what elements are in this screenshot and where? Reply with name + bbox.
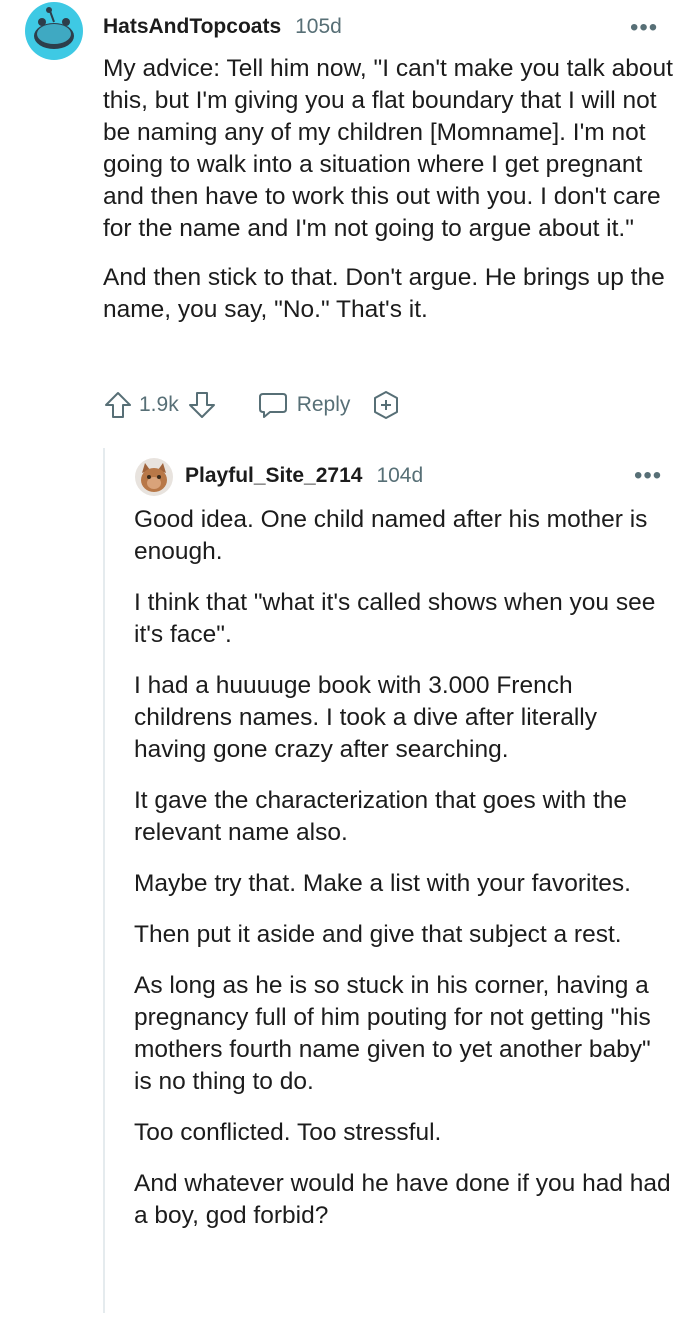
upvote-icon[interactable]: [103, 390, 133, 420]
downvote-icon[interactable]: [187, 390, 217, 420]
comment-body: Good idea. One child named after his mot…: [134, 504, 674, 1232]
cat-avatar-icon: [135, 458, 173, 496]
comment-paragraph: Good idea. One child named after his mot…: [134, 506, 648, 565]
comment-paragraph: Too conflicted. Too stressful.: [134, 1119, 442, 1146]
comment-paragraph: Maybe try that. Make a list with your fa…: [134, 870, 631, 897]
comment-age: 105d: [295, 15, 342, 38]
comment-paragraph: It gave the characterization that goes w…: [134, 787, 628, 846]
more-options-button[interactable]: •••: [634, 462, 662, 490]
comment-paragraph: And whatever would he have done if you h…: [134, 1170, 671, 1229]
reply-button[interactable]: Reply: [257, 390, 351, 420]
comment-username[interactable]: Playful_Site_2714: [185, 464, 362, 488]
avatar[interactable]: [135, 458, 173, 496]
comment-username[interactable]: HatsAndTopcoats: [103, 15, 281, 39]
award-plus-icon: [374, 391, 399, 419]
award-button[interactable]: [370, 389, 402, 421]
comment-paragraph: I think that "what it's called shows whe…: [134, 589, 656, 648]
more-options-button[interactable]: •••: [630, 14, 658, 42]
comment-paragraph: My advice: Tell him now, "I can't make y…: [103, 55, 673, 242]
comment-paragraph: Then put it aside and give that subject …: [134, 921, 622, 948]
comment-paragraph: And then stick to that. Don't argue. He …: [103, 264, 665, 323]
comment-actions: 1.9k Reply: [103, 388, 402, 422]
vote-count: 1.9k: [139, 393, 179, 416]
comment-bubble-icon: [258, 393, 287, 418]
comment-paragraph: I had a huuuuge book with 3.000 French c…: [134, 672, 597, 763]
thread-line[interactable]: [103, 448, 105, 1313]
comment-body: My advice: Tell him now, "I can't make y…: [103, 53, 673, 326]
reply-label: Reply: [296, 393, 351, 416]
avatar[interactable]: [24, 2, 84, 60]
snoo-avatar-icon: [25, 2, 83, 60]
comment-paragraph: As long as he is so stuck in his corner,…: [134, 972, 651, 1095]
comment-age: 104d: [376, 464, 424, 487]
